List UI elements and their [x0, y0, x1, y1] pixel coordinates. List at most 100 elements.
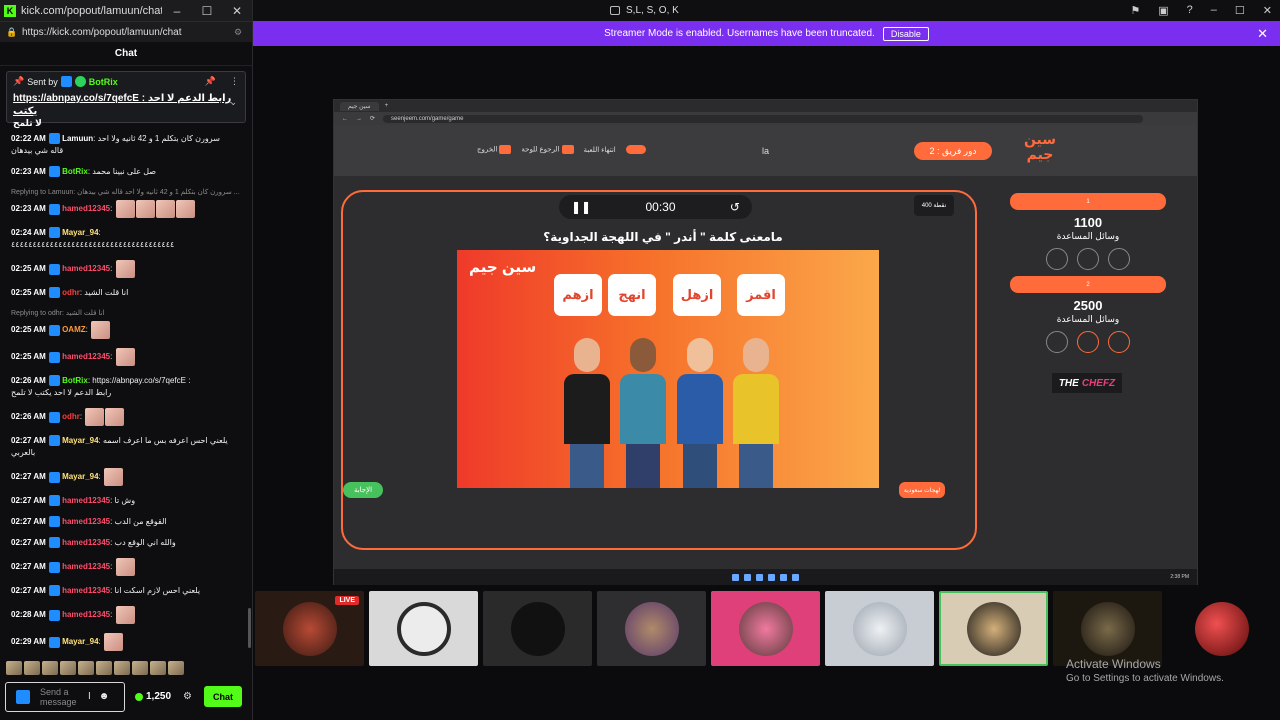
message-username[interactable]: hamed12345	[62, 517, 110, 526]
emote[interactable]	[115, 200, 135, 218]
app-icon[interactable]	[780, 573, 787, 581]
more-options-icon[interactable]: ⋮	[230, 76, 239, 87]
close-button[interactable]: ✕	[222, 4, 252, 18]
message-username[interactable]: BotRix	[62, 167, 88, 176]
emoji-picker-icon[interactable]: ☻	[99, 691, 110, 702]
message-username[interactable]: hamed12345	[62, 204, 110, 213]
message-username[interactable]: hamed12345	[62, 610, 110, 619]
close-button[interactable]: ✕	[1263, 4, 1272, 17]
emote[interactable]	[115, 348, 135, 366]
two-answers-icon[interactable]	[1046, 248, 1068, 270]
webcam-tile[interactable]	[711, 591, 820, 666]
webcam-tile[interactable]	[1167, 591, 1276, 666]
game-url[interactable]: seenjeem.com/game/game	[383, 114, 1144, 123]
webcam-tile[interactable]	[1053, 591, 1162, 666]
app-icon[interactable]	[792, 573, 799, 581]
chat-scrollbar[interactable]	[248, 608, 251, 648]
pinned-message[interactable]: 📌 Sent by BotRix 📌 ⋮ https://abnpay.co/s…	[6, 71, 246, 128]
chat-send-button[interactable]: Chat	[204, 686, 242, 707]
hand-icon[interactable]	[1108, 248, 1130, 270]
maximize-button[interactable]: ☐	[192, 4, 222, 18]
app-icon[interactable]	[768, 573, 775, 581]
emote[interactable]	[104, 633, 123, 651]
message-username[interactable]: hamed12345	[62, 562, 110, 571]
pinned-link[interactable]: https://abnpay.co/s/7qefcE	[13, 93, 139, 104]
close-icon[interactable]: ✕	[1257, 26, 1268, 42]
forward-icon[interactable]: →	[356, 116, 362, 122]
message-username[interactable]: Mayar_94	[62, 228, 98, 237]
emote[interactable]	[6, 661, 22, 675]
emote[interactable]	[114, 661, 130, 675]
cast-icon[interactable]: ▣	[1158, 4, 1168, 17]
emote[interactable]	[115, 558, 135, 576]
emote[interactable]	[96, 661, 112, 675]
emote[interactable]	[105, 408, 125, 426]
emote-bar[interactable]	[6, 661, 184, 675]
game-tab[interactable]: سين جيم	[340, 101, 379, 111]
message-username[interactable]: hamed12345	[62, 264, 110, 273]
reset-timer-icon[interactable]: ↺	[730, 200, 740, 214]
message-username[interactable]: OAMZ	[62, 325, 86, 334]
search-icon[interactable]	[744, 573, 751, 581]
emote[interactable]	[42, 661, 58, 675]
hand-icon[interactable]	[1108, 331, 1130, 353]
new-tab-icon[interactable]: +	[385, 103, 389, 109]
reply-context[interactable]: Replying to Lamuun: سرورن كان بتكلم 1 و …	[11, 187, 242, 199]
message-username[interactable]: odhr	[62, 288, 80, 297]
back-to-board-button[interactable]: الرجوع للوحة	[521, 145, 574, 154]
message-username[interactable]: hamed12345	[62, 538, 110, 547]
message-username[interactable]: hamed12345	[62, 352, 110, 361]
reload-icon[interactable]: ⟳	[370, 115, 375, 122]
channel-points[interactable]: 1,250	[135, 691, 171, 702]
emote[interactable]	[135, 200, 155, 218]
webcam-tile[interactable]	[825, 591, 934, 666]
message-username[interactable]: BotRix	[62, 376, 88, 385]
message-username[interactable]: odhr	[62, 412, 80, 421]
message-username[interactable]: Mayar_94	[62, 637, 98, 646]
webcam-tile[interactable]	[939, 591, 1048, 666]
address-bar[interactable]: 🔒 https://kick.com/popout/lamuun/chat ⚙	[0, 21, 252, 42]
category-button[interactable]: لهجات سعودية	[899, 482, 945, 498]
call-friend-icon[interactable]	[1077, 248, 1099, 270]
emote[interactable]	[155, 200, 175, 218]
minimize-button[interactable]: –	[1211, 4, 1217, 17]
emote[interactable]	[85, 408, 105, 426]
message-username[interactable]: Mayar_94	[62, 472, 98, 481]
exit-button[interactable]: الخروج	[477, 145, 512, 154]
app-icon[interactable]	[756, 573, 763, 581]
pause-icon[interactable]: ❚❚	[571, 200, 591, 214]
webcam-tile[interactable]: LIVE	[255, 591, 364, 666]
webcam-tile[interactable]	[369, 591, 478, 666]
emote[interactable]	[150, 661, 166, 675]
answer-button[interactable]: الإجابة	[343, 482, 383, 498]
emote[interactable]	[104, 468, 123, 486]
chevron-down-icon[interactable]: ⌄	[229, 97, 237, 108]
emote[interactable]	[24, 661, 40, 675]
flag-icon[interactable]: ⚑	[1130, 4, 1140, 17]
disable-button[interactable]: Disable	[882, 26, 929, 41]
site-settings-icon[interactable]: ⚙	[234, 27, 252, 38]
minimize-button[interactable]: –	[162, 4, 192, 18]
call-friend-icon[interactable]	[1077, 331, 1099, 353]
webcam-tile[interactable]	[483, 591, 592, 666]
end-game-toggle[interactable]	[625, 145, 646, 154]
chat-input[interactable]: Send a message I ☻	[5, 681, 125, 712]
pinned-sender[interactable]: BotRix	[89, 77, 118, 87]
emote[interactable]	[60, 661, 76, 675]
end-game-button[interactable]: انتهاء اللعبة	[584, 146, 616, 154]
message-username[interactable]: Mayar_94	[62, 436, 98, 445]
unpin-icon[interactable]: 📌	[205, 76, 216, 87]
back-icon[interactable]: ←	[342, 116, 348, 122]
message-username[interactable]: Lamuun	[62, 134, 93, 143]
start-icon[interactable]	[732, 573, 739, 581]
emote[interactable]	[78, 661, 94, 675]
emote[interactable]	[168, 661, 184, 675]
webcam-tile[interactable]	[597, 591, 706, 666]
chat-settings-gear-icon[interactable]: ⚙	[183, 691, 192, 702]
emote[interactable]	[115, 260, 135, 278]
message-username[interactable]: hamed12345	[62, 496, 110, 505]
two-answers-icon[interactable]	[1046, 331, 1068, 353]
emote[interactable]	[91, 321, 111, 339]
emote[interactable]	[115, 606, 135, 624]
help-icon[interactable]: ?	[1187, 4, 1193, 17]
